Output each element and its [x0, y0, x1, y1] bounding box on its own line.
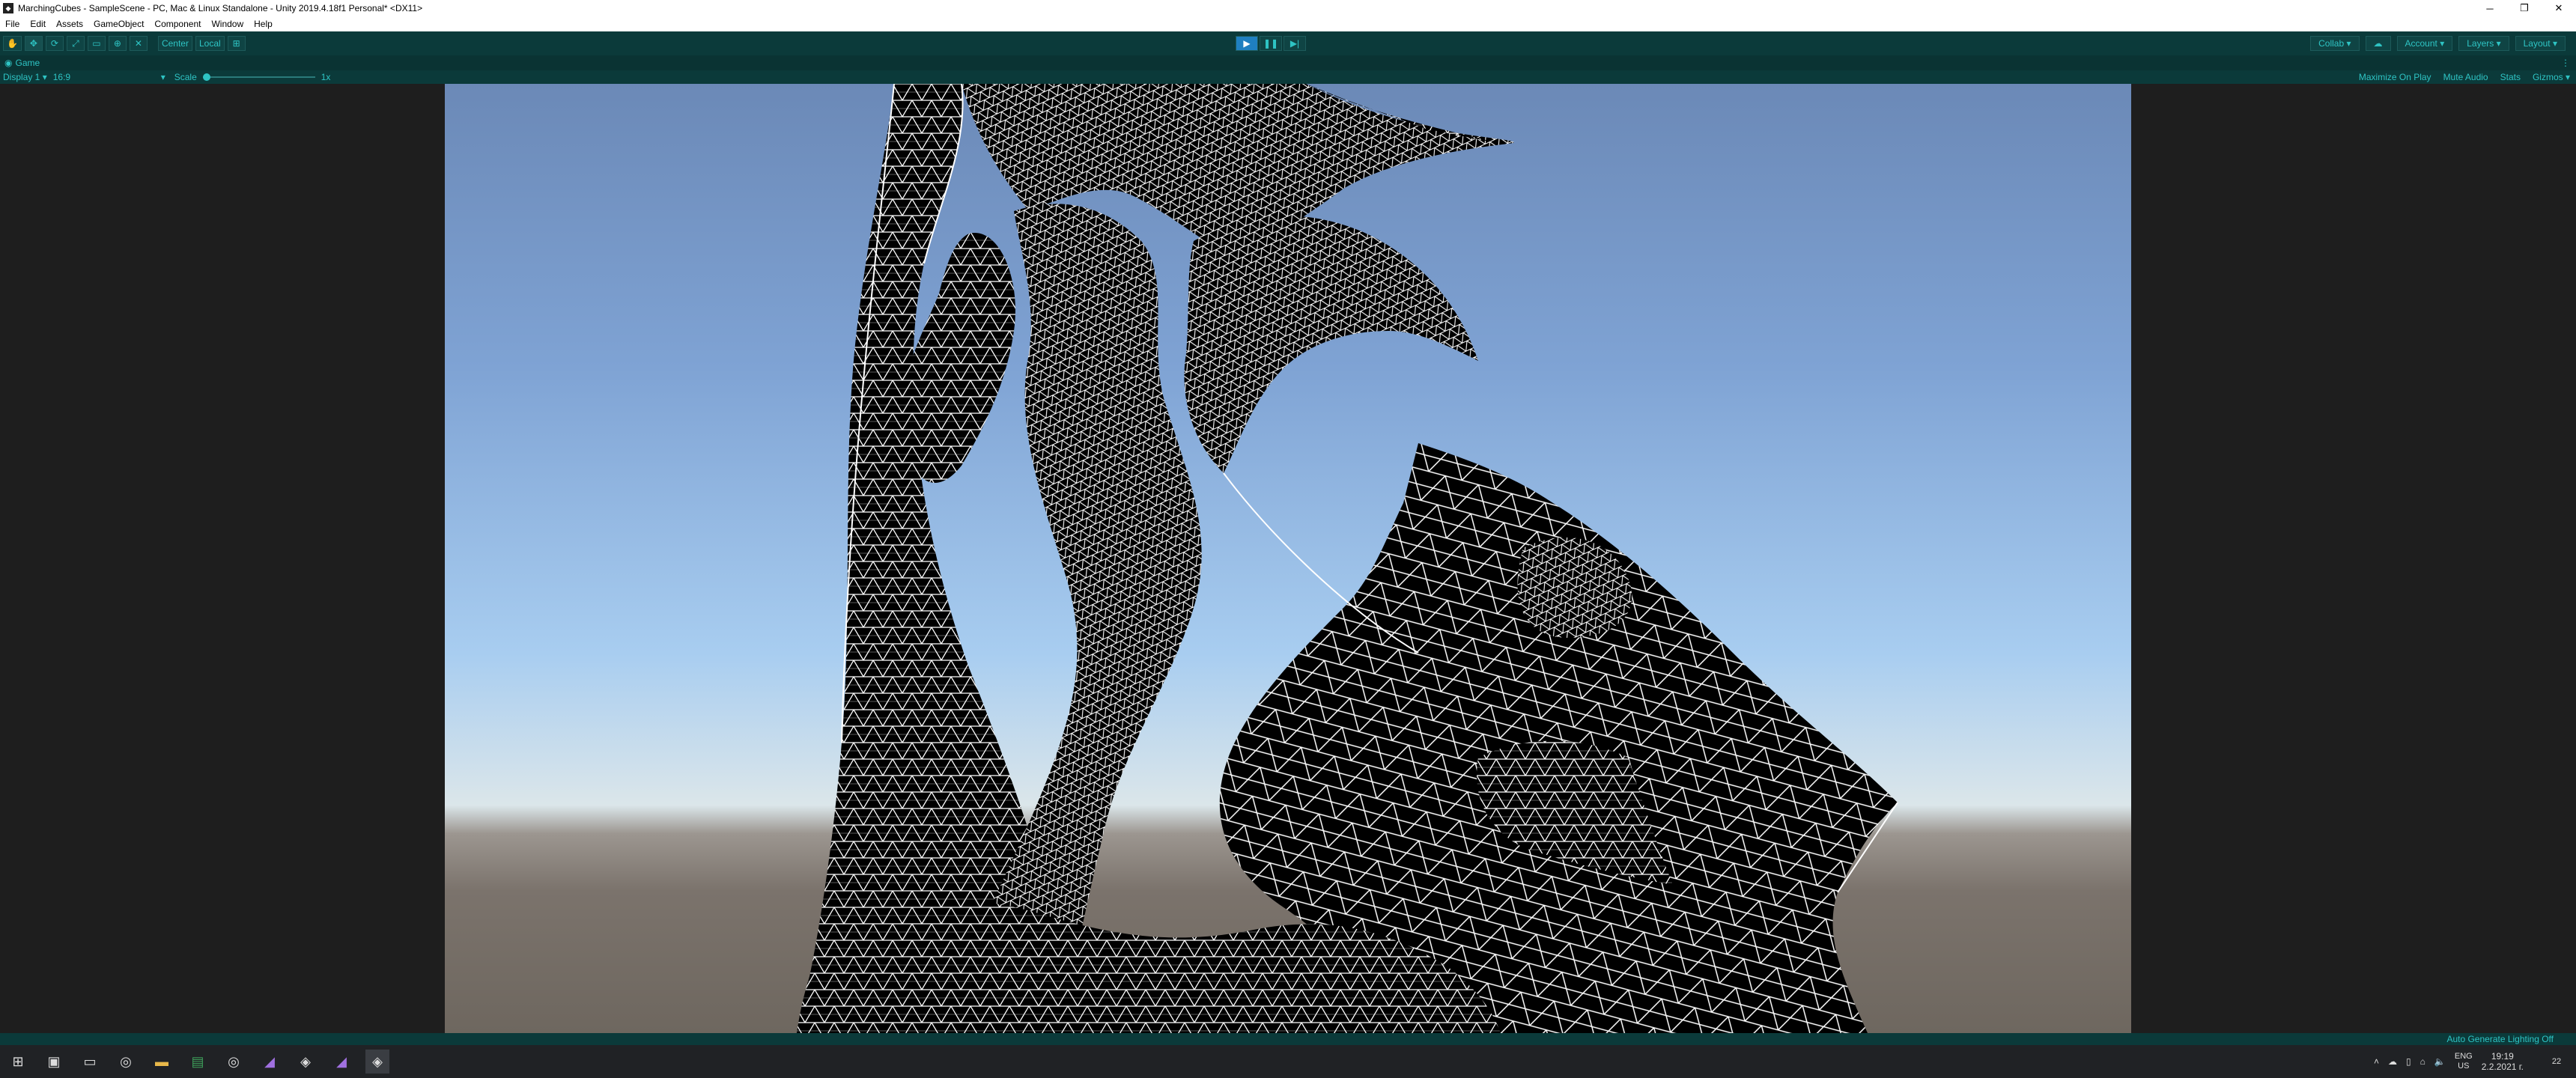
unity-icon[interactable]: ◈: [365, 1050, 389, 1074]
windows-taskbar: ⊞ ▣ ▭ ◎ ▬ ▤ ◎ ◢ ◈ ◢ ◈ ˄ ☁ ▯ ⌂ 🔈 ENG US 1…: [0, 1045, 2576, 1078]
folder-icon[interactable]: ▬: [150, 1050, 174, 1074]
unity-icon[interactable]: ◈: [294, 1050, 318, 1074]
lighting-status[interactable]: Auto Generate Lighting Off: [2446, 1034, 2554, 1044]
pivot-label: Center: [161, 38, 189, 49]
hand-tool-icon[interactable]: ✋: [3, 36, 22, 51]
menu-component[interactable]: Component: [149, 19, 206, 29]
move-tool-icon[interactable]: ✥: [24, 36, 43, 51]
pause-button[interactable]: ❚❚: [1260, 36, 1282, 51]
menu-window[interactable]: Window: [206, 19, 249, 29]
collab-label: Collab: [2318, 38, 2345, 49]
chevron-up-icon[interactable]: ˄: [2374, 1056, 2379, 1067]
unity-icon: ◆: [3, 3, 13, 13]
step-button[interactable]: ▶|: [1284, 36, 1306, 51]
scale-tool-icon[interactable]: ⤢: [66, 36, 85, 51]
chrome-icon[interactable]: ◎: [222, 1050, 246, 1074]
lang-top: ENG: [2454, 1052, 2473, 1061]
aspect-dropdown[interactable]: 16:9 ▾: [53, 72, 165, 82]
volume-icon[interactable]: 🔈: [2434, 1056, 2446, 1067]
close-button[interactable]: ✕: [2542, 0, 2576, 16]
clock-date: 2.2.2021 г.: [2481, 1062, 2524, 1072]
display-label: Display 1: [3, 72, 40, 82]
window-title: MarchingCubes - SampleScene - PC, Mac & …: [18, 3, 423, 13]
file-explorer-icon[interactable]: ▭: [78, 1050, 102, 1074]
title-bar: ◆ MarchingCubes - SampleScene - PC, Mac …: [0, 0, 2576, 16]
layout-label: Layout: [2523, 38, 2551, 49]
collab-button[interactable]: Collab ▾: [2310, 36, 2360, 51]
display-dropdown[interactable]: Display 1 ▾: [3, 72, 47, 82]
game-viewport[interactable]: [445, 84, 2131, 1033]
layers-dropdown[interactable]: Layers ▾: [2458, 36, 2509, 51]
wireframe-mesh: [797, 84, 1898, 1033]
network-icon[interactable]: ⌂: [2420, 1056, 2425, 1067]
status-bar: Auto Generate Lighting Off: [0, 1033, 2576, 1045]
pivot-local-button[interactable]: Local: [195, 36, 225, 51]
scale-slider-knob[interactable]: [202, 73, 210, 81]
maximize-on-play-toggle[interactable]: Maximize On Play: [2359, 72, 2431, 82]
pivot-center-button[interactable]: Center: [157, 36, 192, 51]
grid-snap-icon[interactable]: ⊞: [227, 36, 246, 51]
game-view-toolbar: Display 1 ▾ 16:9 ▾ Scale 1x Maximize On …: [0, 70, 2576, 84]
rotate-tool-icon[interactable]: ⟳: [45, 36, 64, 51]
cloud-icon[interactable]: ☁: [2388, 1056, 2397, 1067]
gizmos-dropdown[interactable]: Gizmos ▾: [2533, 72, 2570, 82]
aspect-label: 16:9: [52, 72, 71, 82]
menu-gameobject[interactable]: GameObject: [88, 19, 149, 29]
visual-studio-icon[interactable]: ◢: [258, 1050, 282, 1074]
menu-help[interactable]: Help: [249, 19, 278, 29]
account-dropdown[interactable]: Account ▾: [2396, 36, 2453, 51]
scale-slider[interactable]: [202, 73, 315, 81]
clock[interactable]: 19:19 2.2.2021 г.: [2482, 1051, 2524, 1072]
rect-tool-icon[interactable]: ▭: [87, 36, 106, 51]
lang-bottom: US: [2458, 1062, 2470, 1071]
minimize-button[interactable]: ─: [2473, 0, 2507, 16]
play-button[interactable]: ▶: [1236, 36, 1258, 51]
layout-dropdown[interactable]: Layout ▾: [2515, 36, 2566, 51]
menu-assets[interactable]: Assets: [51, 19, 88, 29]
tab-menu-icon[interactable]: ⋮: [2561, 55, 2570, 70]
stats-toggle[interactable]: Stats: [2500, 72, 2521, 82]
right-toolbar: Collab ▾ ☁ Account ▾ Layers ▾ Layout ▾: [2310, 36, 2566, 51]
layers-label: Layers: [2467, 38, 2494, 49]
battery-icon[interactable]: ▯: [2406, 1056, 2411, 1067]
clock-time: 19:19: [2491, 1051, 2514, 1062]
excel-icon[interactable]: ▤: [186, 1050, 210, 1074]
play-controls: ▶ ❚❚ ▶|: [1236, 36, 1306, 51]
space-label: Local: [198, 38, 221, 49]
language-indicator[interactable]: ENG US: [2455, 1052, 2473, 1071]
system-tray: ˄ ☁ ▯ ⌂ 🔈 ENG US 19:19 2.2.2021 г.: [2374, 1045, 2524, 1078]
game-icon: ◉: [4, 58, 13, 68]
chevron-down-icon: ▾: [160, 72, 165, 82]
menu-bar: File Edit Assets GameObject Component Wi…: [0, 16, 2576, 31]
task-view-icon[interactable]: ▣: [42, 1050, 66, 1074]
visual-studio-icon[interactable]: ◢: [329, 1050, 353, 1074]
gizmos-label: Gizmos: [2532, 72, 2563, 82]
menu-file[interactable]: File: [0, 19, 25, 29]
account-label: Account: [2405, 38, 2437, 49]
scale-value: 1x: [321, 72, 331, 82]
game-tab-bar: ◉ Game: [0, 55, 2576, 70]
menu-edit[interactable]: Edit: [25, 19, 51, 29]
custom-tool-icon[interactable]: ✕: [129, 36, 148, 51]
notifications-icon[interactable]: 22: [2545, 1050, 2569, 1074]
tab-game-label: Game: [15, 58, 40, 68]
notifications-count: 22: [2551, 1057, 2562, 1066]
chrome-icon[interactable]: ◎: [114, 1050, 138, 1074]
tab-game[interactable]: ◉ Game: [4, 58, 40, 68]
scale-label: Scale: [174, 72, 197, 82]
restore-button[interactable]: ❐: [2507, 0, 2542, 16]
cloud-icon[interactable]: ☁: [2365, 36, 2391, 51]
transform-tool-icon[interactable]: ⊕: [108, 36, 127, 51]
mute-audio-toggle[interactable]: Mute Audio: [2443, 72, 2488, 82]
windows-start-icon[interactable]: ⊞: [6, 1050, 30, 1074]
